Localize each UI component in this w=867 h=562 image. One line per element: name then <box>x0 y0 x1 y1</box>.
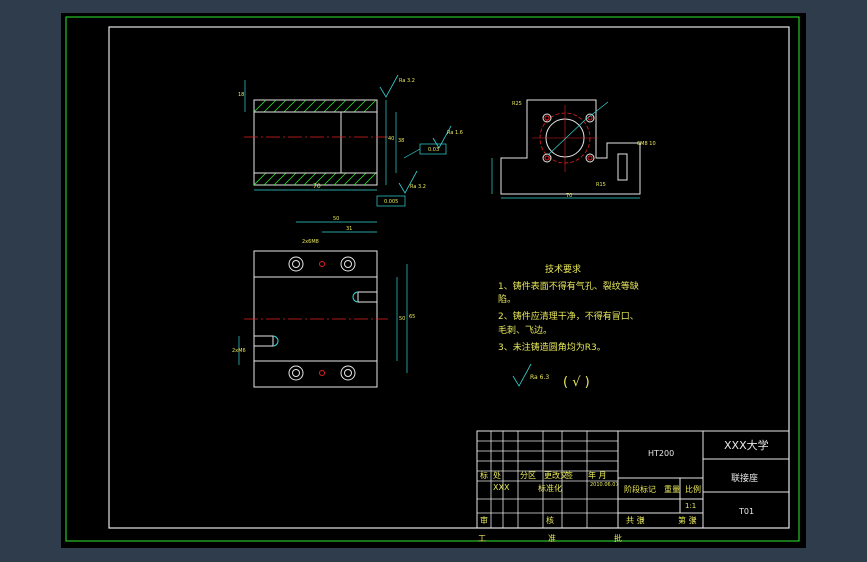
side-dim-r: R25 <box>512 101 522 107</box>
tb-row1-0: 标 <box>480 470 488 480</box>
tolerance-1: 0.03 <box>428 147 439 153</box>
side-view: 70 R25 6M8 10 R15 <box>491 99 656 199</box>
plan-dim-h: 65 <box>409 314 415 320</box>
dim-h2: 38 <box>398 138 404 144</box>
dim-top-len: 70 <box>313 183 321 190</box>
plan-dim-left: 2xM6 <box>232 348 246 354</box>
tb-part-name: 联接座 <box>731 472 758 484</box>
tb-row1-2: 分区 <box>520 471 536 480</box>
tech-line-1: 1、铸件表面不得有气孔、裂纹等缺 <box>498 280 639 292</box>
plan-dim-h2: 50 <box>399 316 405 322</box>
front-section-view: 70 40 38 18 Ra 3.2 Ra 1.6 Ra 3.2 0.03 0.… <box>238 74 463 207</box>
tb-scale-label: 比例 <box>685 484 701 494</box>
cad-drawing: 70 40 38 18 Ra 3.2 Ra 1.6 Ra 3.2 0.03 0.… <box>65 16 800 543</box>
side-dim-thread: 6M8 10 <box>637 141 656 147</box>
roughness-2: Ra 1.6 <box>447 130 463 136</box>
tb-approve-2: 批 <box>614 533 622 543</box>
tb-process-2: 准 <box>548 533 556 543</box>
dim-dia: 18 <box>238 92 244 98</box>
tech-line-5: 3、未注铸造圆角均为R3。 <box>498 341 606 353</box>
tb-drawing-no: T01 <box>738 507 754 516</box>
tech-line-4: 毛刺、飞边。 <box>498 324 552 336</box>
tech-roughness: Ra 6.3 <box>530 374 549 381</box>
tb-count-total: 3 <box>640 516 644 524</box>
side-dim-r2: R15 <box>596 182 606 188</box>
roughness-3: Ra 3.2 <box>410 184 426 190</box>
roughness-1: Ra 3.2 <box>399 78 415 84</box>
tb-stage: 阶段标记 <box>624 484 656 494</box>
tb-designer: XXX <box>493 483 510 492</box>
tech-title: 技术要求 <box>545 263 581 275</box>
title-block: 标 处 分区 更改文 签 年 月 XXX 标准化 2010.06.07 审 核 … <box>476 430 790 543</box>
tb-school: XXX大学 <box>724 438 769 452</box>
tb-date: 2010.06.07 <box>590 482 619 488</box>
plan-dim-w1: 50 <box>333 216 339 222</box>
dim-h1: 40 <box>388 136 394 142</box>
tb-approve-0: 审 <box>480 515 488 525</box>
tb-scale: 1:1 <box>685 502 696 510</box>
side-dim-len: 70 <box>566 193 572 199</box>
tb-material: HT200 <box>648 449 674 458</box>
tb-row1-4: 签 <box>565 470 573 480</box>
tolerance-2: 0.005 <box>384 199 398 205</box>
inner-frame <box>108 26 790 529</box>
tech-line-3: 2、铸件应清理干净，不得有冒口、 <box>498 310 639 322</box>
hatch-top <box>253 99 377 113</box>
tb-weight: 重量 <box>664 484 680 494</box>
tb-std: 标准化 <box>538 483 562 493</box>
tb-row1-5: 年 月 <box>588 470 607 480</box>
tech-line-2: 陷。 <box>498 293 516 305</box>
tech-requirements: 技术要求 1、铸件表面不得有气孔、裂纹等缺 陷。 2、铸件应清理干净，不得有冒口… <box>498 263 639 390</box>
tb-approve-1: 核 <box>546 515 554 525</box>
tb-row1-1: 处 <box>493 470 501 480</box>
plan-dim-w2: 31 <box>346 226 352 232</box>
plan-view: 50 31 2x6M8 65 50 2xM6 <box>232 216 415 388</box>
tb-count-sheet: 2 <box>692 516 696 524</box>
plan-dim-hole: 2x6M8 <box>302 239 319 245</box>
tech-roughness-paren: ( √ ) <box>563 375 590 390</box>
outer-frame <box>65 16 800 542</box>
tb-process-0: 工 <box>478 534 486 543</box>
